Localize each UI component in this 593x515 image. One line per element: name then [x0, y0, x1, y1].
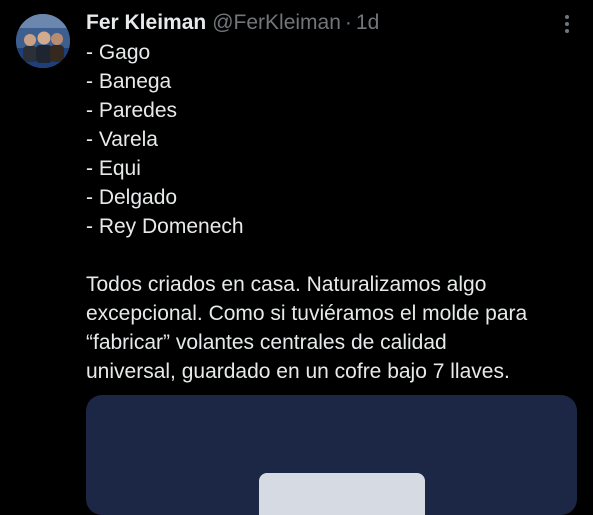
author-handle[interactable]: @FerKleiman — [212, 11, 341, 35]
tweet-timestamp[interactable]: 1d — [356, 11, 379, 35]
author-name[interactable]: Fer Kleiman — [86, 11, 206, 35]
list-item: - Gago — [86, 41, 151, 64]
list-item: - Varela — [86, 128, 158, 151]
paragraph-line: Todos criados en casa. Naturalizamos alg… — [86, 273, 487, 296]
paragraph-line: excepcional. Como si tuviéramos el molde… — [86, 302, 528, 325]
separator-dot: · — [344, 11, 352, 34]
paragraph-line: universal, guardado en un cofre bajo 7 l… — [86, 360, 510, 383]
list-item: - Banega — [86, 70, 172, 93]
tweet-media-image[interactable] — [86, 395, 577, 515]
list-item: - Equi — [86, 157, 141, 180]
list-item: - Rey Domenech — [86, 215, 244, 238]
tweet[interactable]: Fer Kleiman @FerKleiman · 1d - Gago - Ba… — [0, 0, 593, 515]
more-dot — [565, 29, 569, 33]
tweet-header: Fer Kleiman @FerKleiman · 1d — [86, 9, 379, 37]
media-light-patch — [259, 473, 425, 515]
list-item: - Delgado — [86, 186, 178, 209]
more-dot — [565, 15, 569, 19]
paragraph-line: “fabricar” volantes centrales de calidad — [86, 331, 447, 354]
list-item: - Paredes — [86, 99, 178, 122]
avatar-photo — [16, 14, 70, 68]
more-options-icon[interactable] — [555, 12, 579, 36]
author-avatar[interactable] — [16, 14, 70, 68]
more-dot — [565, 22, 569, 26]
tweet-text: - Gago - Banega - Paredes - Varela - Equ… — [86, 38, 576, 386]
